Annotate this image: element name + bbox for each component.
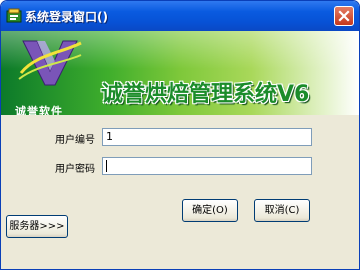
product-title: 诚誉烘焙管理系统V6 — [101, 82, 310, 107]
app-icon — [6, 8, 22, 23]
header-banner: 诚誉软件 诚誉烘焙管理系统V6 — [1, 31, 359, 118]
title-bar[interactable]: 系统登录窗口() — [1, 1, 359, 31]
cancel-button[interactable]: 取消(C) — [254, 199, 310, 222]
company-logo — [18, 40, 82, 86]
password-input[interactable] — [102, 157, 312, 175]
ok-button[interactable]: 确定(O) — [182, 199, 238, 222]
text-cursor — [106, 160, 107, 172]
close-icon — [338, 10, 350, 22]
password-label: 用户密码 — [55, 164, 95, 175]
login-form: 用户编号 1 用户密码 确定(O) 取消(C) 服务器>>> — [1, 115, 359, 269]
user-id-input[interactable]: 1 — [102, 128, 312, 146]
server-button[interactable]: 服务器>>> — [6, 215, 68, 238]
close-button[interactable] — [334, 6, 354, 26]
login-window: 系统登录窗口() 诚誉软件 诚誉烘焙管理系统V6 用户编号 1 用户密码 确定(… — [0, 0, 360, 270]
window-title: 系统登录窗口() — [25, 10, 108, 24]
user-id-label: 用户编号 — [55, 135, 95, 146]
